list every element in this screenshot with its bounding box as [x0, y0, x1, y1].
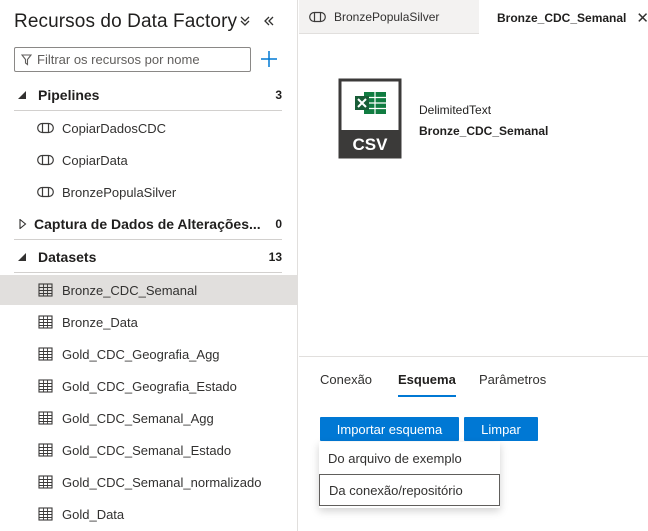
sidebar-item-label: Bronze_CDC_Semanal	[62, 282, 198, 298]
sidebar-item-pipeline[interactable]: CopiarDadosCDC	[0, 113, 298, 143]
csv-icon-label: CSV	[353, 135, 389, 154]
factory-resources-panel: Recursos do Data Factory Pipelines 3 Cop…	[0, 0, 298, 531]
table-icon	[38, 347, 53, 361]
tab-parametros[interactable]: Parâmetros	[479, 372, 546, 398]
group-label: Pipelines	[38, 87, 100, 103]
collapse-all-icon[interactable]	[236, 10, 254, 32]
pipeline-icon	[37, 122, 54, 134]
sidebar-item-label: Gold_Data	[62, 506, 125, 522]
group-label: Datasets	[38, 249, 97, 265]
divider	[14, 272, 282, 273]
sidebar-item-dataset[interactable]: Gold_CDC_Semanal_Estado	[0, 435, 298, 465]
tab-conexao[interactable]: Conexão	[320, 372, 372, 398]
sidebar-item-label: Gold_CDC_Geografia_Agg	[62, 346, 220, 362]
table-icon	[38, 379, 53, 393]
filter-resources-input[interactable]	[37, 52, 237, 67]
sidebar-item-dataset[interactable]: Gold_CDC_Geografia_Agg	[0, 339, 298, 369]
sidebar-item-dataset[interactable]: Gold_CDC_Geografia_Estado	[0, 371, 298, 401]
sidebar-item-pipeline[interactable]: CopiarData	[0, 145, 298, 175]
sidebar-item-dataset[interactable]: Gold_CDC_Semanal_Agg	[0, 403, 298, 433]
caret-expanded-icon	[18, 91, 26, 99]
pipeline-icon	[37, 186, 54, 198]
sidebar-item-dataset[interactable]: Bronze_CDC_Semanal	[0, 275, 298, 305]
clear-button[interactable]: Limpar	[464, 417, 538, 441]
caret-expanded-icon	[18, 253, 26, 261]
tab-label: BronzePopulaSilver	[334, 10, 440, 24]
plus-icon	[261, 51, 277, 67]
sidebar-item-label: Bronze_Data	[62, 314, 138, 330]
sidebar-item-dataset[interactable]: Gold_Data	[0, 499, 298, 529]
sidebar-item-label: Gold_CDC_Semanal_normalizado	[62, 474, 262, 490]
sidebar-item-dataset[interactable]: Gold_CDC_Semanal_normalizado	[0, 467, 298, 497]
filter-icon	[21, 53, 32, 66]
sidebar-item-label: CopiarDadosCDC	[62, 120, 167, 136]
table-icon	[38, 283, 53, 297]
sidebar-item-label: BronzePopulaSilver	[62, 184, 177, 200]
divider	[14, 239, 282, 240]
sidebar-item-label: CopiarData	[62, 152, 128, 168]
close-icon[interactable]: ✕	[636, 9, 648, 27]
import-schema-menu: Do arquivo de exemplo Da conexão/reposit…	[319, 442, 500, 508]
caret-collapsed-icon	[19, 219, 27, 229]
sidebar-item-label: Gold_CDC_Semanal_Estado	[62, 442, 232, 458]
menu-item-from-sample-file[interactable]: Do arquivo de exemplo	[319, 442, 500, 474]
import-schema-button[interactable]: Importar esquema	[320, 417, 459, 441]
editor-tab-bar: BronzePopulaSilver Bronze_CDC_Semanal ✕	[299, 0, 648, 35]
table-icon	[38, 315, 53, 329]
table-icon	[38, 475, 53, 489]
pipeline-icon	[37, 154, 54, 166]
tab-esquema[interactable]: Esquema	[398, 372, 456, 398]
group-change-data-capture[interactable]: Captura de Dados de Alterações... 0	[0, 209, 298, 239]
pipeline-icon	[309, 11, 326, 23]
table-icon	[38, 507, 53, 521]
properties-divider	[299, 356, 648, 357]
group-label: Captura de Dados de Alterações...	[34, 216, 261, 232]
sidebar-item-label: Gold_CDC_Geografia_Estado	[62, 378, 237, 394]
group-count: 0	[275, 217, 282, 231]
add-resource-button[interactable]	[258, 46, 280, 72]
group-count: 13	[268, 250, 282, 264]
table-icon	[38, 411, 53, 425]
tab-label: Bronze_CDC_Semanal	[497, 10, 627, 25]
dataset-type: DelimitedText	[419, 103, 492, 117]
dataset-name: Bronze_CDC_Semanal	[419, 124, 549, 138]
sidebar-item-label: Gold_CDC_Semanal_Agg	[62, 410, 214, 426]
divider	[14, 110, 282, 111]
sidebar-item-pipeline[interactable]: BronzePopulaSilver	[0, 177, 298, 207]
filter-resources-field[interactable]	[14, 47, 251, 72]
group-pipelines[interactable]: Pipelines 3	[0, 80, 298, 110]
menu-item-from-connection-store[interactable]: Da conexão/repositório	[319, 474, 500, 506]
csv-file-icon: CSV	[338, 78, 402, 159]
group-count: 3	[275, 88, 282, 102]
panel-title: Recursos do Data Factory	[14, 11, 238, 32]
collapse-panel-icon[interactable]	[260, 10, 278, 32]
table-icon	[38, 443, 53, 457]
tab-bronze-cdc-semanal[interactable]: Bronze_CDC_Semanal ✕	[479, 0, 648, 35]
group-datasets[interactable]: Datasets 13	[0, 242, 298, 272]
sidebar-item-dataset[interactable]: Bronze_Data	[0, 307, 298, 337]
tab-bronzepopulasilver[interactable]: BronzePopulaSilver	[309, 0, 439, 34]
